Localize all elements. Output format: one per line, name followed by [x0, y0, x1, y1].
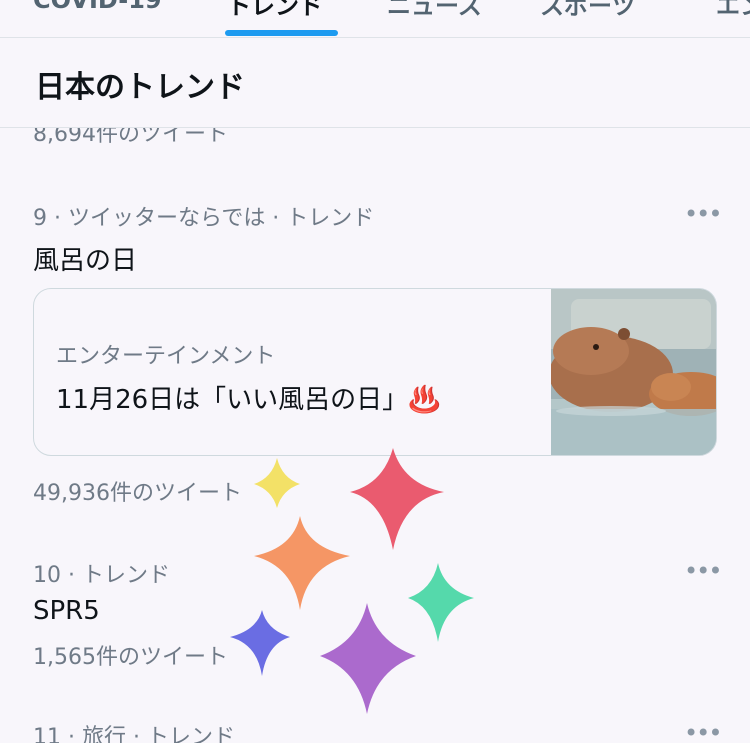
card-headline: 11月26日は「いい風呂の日」♨️ [56, 385, 441, 415]
page-title: 日本のトレンド [35, 70, 245, 105]
more-icon[interactable]: ••• [684, 719, 722, 743]
tab-news[interactable]: ニュース [387, 0, 482, 21]
active-tab-indicator [225, 30, 338, 36]
trend-tweet-count: 1,565件のツイート [33, 645, 228, 670]
tab-sports[interactable]: スポーツ [540, 0, 636, 21]
trend-list[interactable]: 8,694件のツイート 9 · ツイッターならでは · トレンド ••• 風呂の… [0, 128, 750, 743]
more-icon[interactable]: ••• [684, 200, 722, 228]
trend-name[interactable]: 風呂の日 [33, 240, 137, 277]
previous-tweet-count: 8,694件のツイート [33, 128, 228, 147]
tab-covid[interactable]: COVID-19 [33, 0, 162, 14]
news-card[interactable]: エンターテインメント 11月26日は「いい風呂の日」♨️ [33, 288, 717, 456]
tab-trending[interactable]: トレンド [227, 0, 323, 21]
capybara-bath-photo [551, 289, 716, 455]
tab-bar: COVID-19 トレンド ニュース スポーツ エンタメ [0, 0, 750, 38]
trend-name[interactable]: SPR5 [33, 596, 100, 626]
trend-meta: 9 · ツイッターならでは · トレンド [33, 206, 375, 231]
trend-meta: 11 · 旅行 · トレンド [33, 725, 235, 743]
trend-tweet-count: 49,936件のツイート [33, 481, 242, 506]
tab-entertainment[interactable]: エンタメ [716, 0, 750, 21]
more-icon[interactable]: ••• [684, 557, 722, 585]
trend-meta: 10 · トレンド [33, 563, 170, 588]
card-category: エンターテインメント [56, 344, 276, 369]
